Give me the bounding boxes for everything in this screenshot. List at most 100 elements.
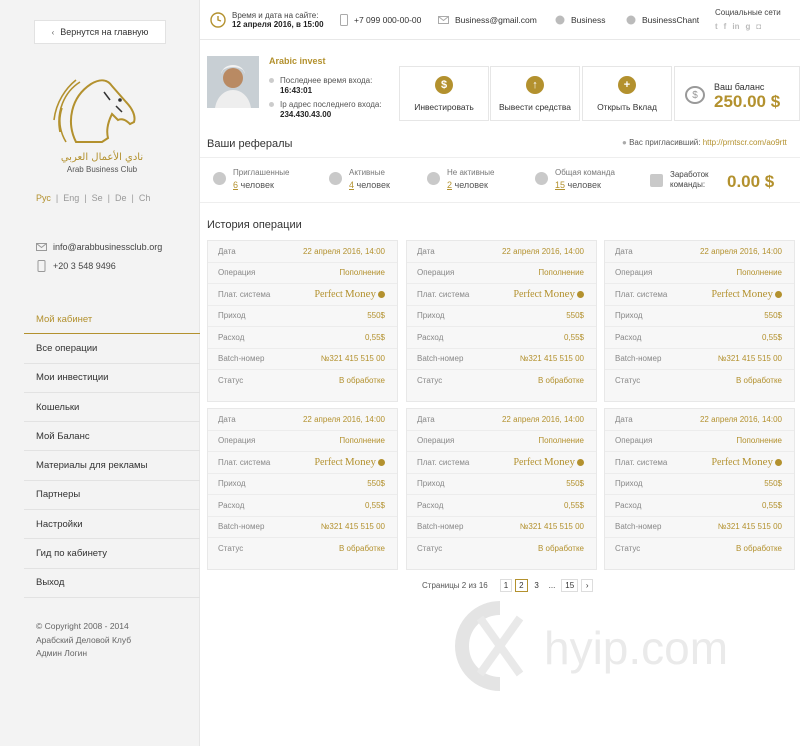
perfect-money-word-1: Perfect [711, 288, 740, 300]
operation-card: Дата 22 апреля 2016, 14:00 Операция Пополне… [207, 408, 398, 570]
hyip-watermark: hyip.com [450, 596, 790, 696]
twitter-icon[interactable]: t [715, 22, 718, 31]
operation-row-batch: Batch-номер №321 415 515 00 [407, 349, 596, 370]
lang-se[interactable]: Se [92, 193, 103, 203]
google-icon[interactable]: g [745, 22, 750, 31]
ref-team-count[interactable]: 15 [555, 180, 565, 190]
page-15[interactable]: 15 [561, 579, 579, 592]
top-skype-1[interactable]: Business [555, 0, 606, 40]
linkedin-icon[interactable]: in [732, 22, 739, 31]
nav-item-cabinet[interactable]: Мой кабинет [24, 305, 200, 335]
operation-status-value: В обработке [735, 376, 782, 386]
lang-ch[interactable]: Ch [139, 193, 151, 203]
operation-expense-label: Расход [417, 500, 444, 510]
operation-row-batch: Batch-номер №321 415 515 00 [605, 517, 794, 538]
operation-status-value: В обработке [537, 376, 584, 386]
nav-item-my-balance[interactable]: Мой Баланс [24, 422, 200, 452]
operation-row-system: Плат. система Perfect Money [407, 284, 596, 306]
nav-item-wallets[interactable]: Кошельки [24, 393, 200, 423]
ref-team: Общая команда 15 человек [535, 168, 615, 190]
operation-date-value: 22 апреля 2016, 14:00 [699, 414, 782, 424]
ref-active-unit: человек [356, 180, 390, 190]
operation-row-batch: Batch-номер №321 415 515 00 [208, 517, 397, 538]
operation-card: Дата 22 апреля 2016, 14:00 Операция Пополне… [406, 240, 597, 402]
top-skype-2[interactable]: BusinessChant [626, 0, 699, 40]
open-deposit-button[interactable]: + Открыть Вклад [582, 66, 672, 121]
page-1[interactable]: 1 [499, 579, 513, 592]
nav-item-logout[interactable]: Выход [24, 569, 200, 598]
team-icon [535, 172, 548, 185]
invited-by-link[interactable]: http://prntscr.com/ao9rtt [703, 138, 787, 147]
page-3[interactable]: 3 [531, 579, 543, 592]
ref-invited: Приглашенные 6 человек [213, 168, 289, 190]
operation-row-system: Плат. система Perfect Money [605, 284, 794, 306]
operation-operation-value: Пополнение [339, 268, 385, 278]
ref-team-unit: человек [567, 180, 601, 190]
operation-batch-label: Batch-номер [615, 522, 662, 532]
perfect-money-word-2: Money [543, 456, 575, 469]
operation-income-value: 550$ [764, 479, 782, 489]
invest-button[interactable]: $ Инвестировать [399, 66, 489, 121]
nav-item-ad-materials[interactable]: Материалы для рекламы [24, 451, 200, 481]
perfect-money-icon [577, 458, 584, 466]
operation-operation-label: Операция [417, 436, 455, 446]
withdraw-button[interactable]: ↑ Вывести средства [490, 66, 580, 121]
last-login-label: Последнее время входа: [280, 76, 373, 85]
operation-operation-label: Операция [615, 436, 653, 446]
nav-item-cabinet-guide[interactable]: Гид по кабинету [24, 539, 200, 569]
operation-row-date: Дата 22 апреля 2016, 14:00 [208, 409, 397, 431]
instagram-icon[interactable]: ◘ [756, 22, 761, 31]
operation-income-value: 550$ [367, 479, 385, 489]
perfect-money-word-1: Perfect [513, 288, 542, 300]
ip-icon [269, 102, 274, 107]
operation-card: Дата 22 апреля 2016, 14:00 Операция Пополне… [207, 240, 398, 402]
operation-row-operation: Операция Пополнение [407, 263, 596, 284]
top-skype-1-text: Business [571, 15, 606, 25]
nav-item-settings[interactable]: Настройки [24, 510, 200, 540]
page-2[interactable]: 2 [515, 579, 528, 592]
operation-status-label: Статус [615, 376, 641, 386]
operation-row-status: Статус В обработке [208, 370, 397, 392]
last-login-value: 16:43:01 [280, 86, 313, 95]
operation-operation-label: Операция [417, 268, 455, 278]
user-profile: Arabic invest Последнее время входа: 16:… [207, 56, 395, 120]
hyip-logo-icon: hyip.com [455, 601, 728, 691]
operation-date-label: Дата [218, 414, 236, 424]
top-email-text: Business@gmail.com [455, 15, 537, 25]
user-icon: ● [622, 138, 627, 147]
sidebar-nav: Мой кабинет Все операции Мои инвестиции … [24, 305, 200, 598]
ref-active: Активные 4 человек [329, 168, 390, 190]
balance-value: 250.00 $ [714, 92, 781, 111]
team-earnings: Заработок команды: 0.00 $ [650, 168, 800, 196]
nav-item-all-operations[interactable]: Все операции [24, 334, 200, 364]
operation-date-value: 22 апреля 2016, 14:00 [699, 246, 782, 256]
operation-batch-value: №321 415 515 00 [717, 354, 782, 364]
ref-invited-count[interactable]: 6 [233, 180, 238, 190]
coins-icon: $ [685, 86, 705, 104]
operation-system-label: Плат. система [615, 289, 668, 299]
operation-date-label: Дата [417, 414, 435, 424]
lang-de[interactable]: De [115, 193, 127, 203]
lang-ru[interactable]: Рус [36, 193, 51, 203]
history-title: История операции [207, 219, 302, 231]
nav-item-partners[interactable]: Партнеры [24, 481, 200, 511]
nav-item-my-investments[interactable]: Мои инвестиции [24, 364, 200, 393]
page-next[interactable]: › [581, 579, 594, 592]
ref-active-count[interactable]: 4 [349, 180, 354, 190]
social-links: Социальные сети t f in g ◘ [715, 8, 795, 31]
operation-date-label: Дата [615, 414, 633, 424]
page-ellipsis: ... [548, 581, 556, 590]
copyright-line-1: © Copyright 2008 - 2014 [36, 621, 129, 631]
operation-status-label: Статус [417, 544, 443, 554]
facebook-icon[interactable]: f [724, 22, 727, 31]
operation-expense-value: 0,55$ [761, 500, 782, 510]
team-earnings-label-2: команды: [670, 180, 706, 189]
sidebar-email[interactable]: info@arabbusinessclub.org [36, 242, 162, 252]
back-to-home-button[interactable]: ‹ Вернутся на главную [34, 20, 166, 44]
lang-en[interactable]: Eng [63, 193, 79, 203]
club-logo[interactable]: نادي الأعمال العربي Arab Business Club [46, 72, 158, 182]
perfect-money-logo: Perfect Money [712, 456, 782, 468]
ref-inactive-count[interactable]: 2 [447, 180, 452, 190]
top-email[interactable]: Business@gmail.com [438, 0, 537, 40]
operation-row-income: Приход 550$ [605, 474, 794, 495]
